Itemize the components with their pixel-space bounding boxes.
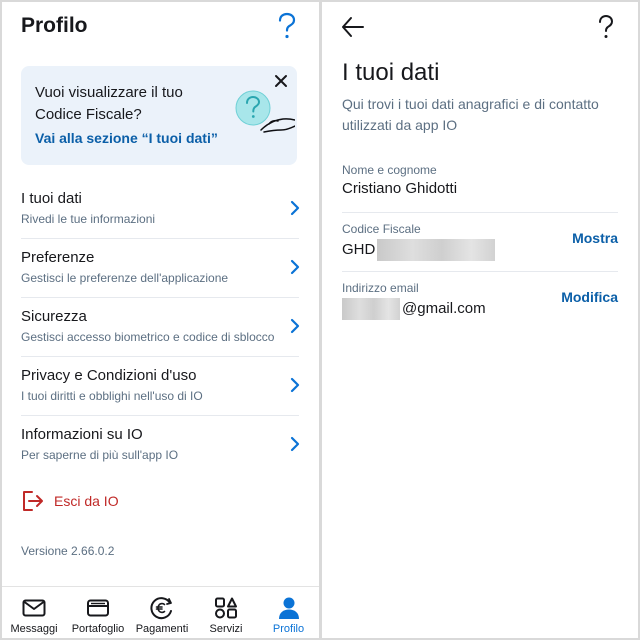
tab-label: Messaggi [10,623,58,635]
tab-wallet[interactable]: Portafoglio [66,587,130,638]
menu-item-subtitle: Gestisci accesso biometrico e codice di … [21,330,275,344]
tax-code-banner: Vuoi visualizzare il tuo Codice Fiscale?… [21,66,297,165]
euro-coin-icon [150,597,172,620]
field-label: Codice Fiscale [342,222,421,236]
field-label: Indirizzo email [342,281,419,295]
page-title: I tuoi dati [342,59,440,86]
chevron-right-icon [290,259,300,275]
envelope-icon [22,599,46,617]
menu-item-title: Informazioni su IO [21,426,143,443]
banner-title: Vuoi visualizzare il tuo Codice Fiscale? [35,84,183,123]
logout-icon [23,491,43,511]
menu-item-subtitle: Per saperne di più sull'app IO [21,448,179,462]
tab-services[interactable]: Servizi [194,587,258,638]
field-value: Cristiano Ghidotti [342,180,458,197]
app-version: Versione 2.66.0.2 [21,544,115,558]
back-arrow-icon[interactable] [340,14,366,40]
menu-item-your-data[interactable]: I tuoi dati Rivedi le tue informazioni [21,180,300,239]
menu-item-preferences[interactable]: Preferenze Gestisci le preferenze dell'a… [21,239,300,298]
menu-item-title: I tuoi dati [21,190,82,207]
profile-screen: Profilo Vuoi visualizzare il tuo Codice … [2,2,319,638]
page-description: Qui trovi i tuoi dati anagrafici e di co… [342,96,599,133]
show-tax-code-button[interactable]: Mostra [572,230,618,246]
field-value-row: GHD [342,239,496,261]
tab-messages[interactable]: Messaggi [2,587,66,638]
field-value: @gmail.com [402,299,486,317]
tab-profile[interactable]: Profilo [258,587,319,638]
menu-item-title: Privacy e Condizioni d'uso [21,367,197,384]
edit-email-button[interactable]: Modifica [561,289,618,305]
tab-label: Pagamenti [135,623,189,635]
logout-button[interactable]: Esci da IO [21,490,141,514]
logout-label: Esci da IO [54,493,119,509]
field-email: Indirizzo email @gmail.com Modifica [342,272,618,331]
tab-payments[interactable]: Pagamenti [130,587,194,638]
menu-item-privacy[interactable]: Privacy e Condizioni d'uso I tuoi diritt… [21,357,300,416]
your-data-screen: I tuoi dati Qui trovi i tuoi dati anagra… [322,2,638,638]
field-label: Nome e cognome [342,163,437,177]
redacted-block [377,239,496,261]
tab-label: Servizi [209,623,243,635]
chevron-right-icon [290,318,300,334]
menu-item-about-io[interactable]: Informazioni su IO Per saperne di più su… [21,416,300,475]
chevron-right-icon [290,436,300,452]
help-icon[interactable] [276,12,298,40]
menu-item-subtitle: Gestisci le preferenze dell'applicazione [21,271,229,285]
profile-header: Profilo [2,2,319,50]
field-full-name: Nome e cognome Cristiano Ghidotti [342,154,618,213]
menu-item-subtitle: I tuoi diritti e obblighi nell'uso di IO [21,389,203,403]
menu-item-title: Preferenze [21,249,95,266]
menu-item-subtitle: Rivedi le tue informazioni [21,212,156,226]
tab-label: Profilo [272,623,305,635]
wallet-icon [87,599,109,617]
page-title: Profilo [21,14,88,37]
person-icon [278,597,299,619]
tab-label: Portafoglio [71,623,125,635]
chevron-right-icon [290,377,300,393]
field-value-row: @gmail.com [342,298,486,320]
chevron-right-icon [290,200,300,216]
help-icon[interactable] [596,14,616,40]
profile-menu: I tuoi dati Rivedi le tue informazioni P… [21,180,300,475]
field-value: GHD [342,240,376,258]
banner-link[interactable]: Vai alla sezione “I tuoi dati” [35,130,218,146]
field-tax-code: Codice Fiscale GHD Mostra [342,213,618,272]
services-grid-icon [215,597,237,619]
menu-item-security[interactable]: Sicurezza Gestisci accesso biometrico e … [21,298,300,357]
help-hand-illustration-icon [235,90,295,133]
menu-item-title: Sicurezza [21,308,87,325]
redacted-block [342,298,400,320]
bottom-tab-bar: Messaggi Portafoglio Pagamenti Servizi P… [2,586,319,638]
